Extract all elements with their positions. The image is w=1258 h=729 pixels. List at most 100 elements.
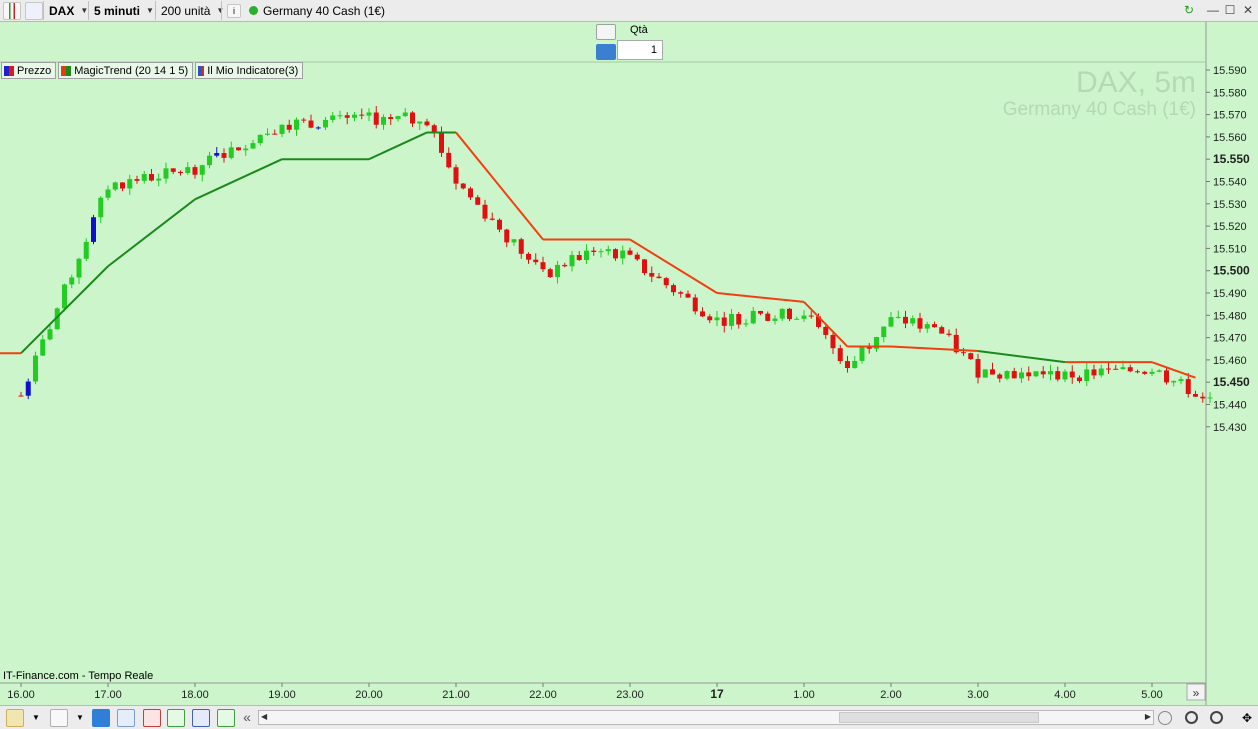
candle-body xyxy=(1171,380,1177,383)
y-tick-label: 15.500 xyxy=(1213,264,1250,278)
candle-body xyxy=(598,251,604,253)
candle-body xyxy=(91,217,96,242)
candle-body xyxy=(787,308,792,319)
scroll-left-icon[interactable]: ◀ xyxy=(261,712,267,721)
candle-body xyxy=(47,329,53,340)
candle-body xyxy=(366,112,372,116)
x-tick-label: 17 xyxy=(710,687,724,701)
x-tick-label: 19.00 xyxy=(268,689,296,701)
legend-label: Il Mio Indicatore(3) xyxy=(207,64,299,77)
x-tick-label: 4.00 xyxy=(1054,689,1075,701)
candle-body xyxy=(489,218,495,220)
refresh-icon[interactable]: ↻ xyxy=(1181,2,1197,18)
candle-body xyxy=(845,361,850,369)
candle-body xyxy=(83,241,89,259)
candle-body xyxy=(656,276,662,279)
magictrend-layer xyxy=(0,131,1196,379)
export-icon[interactable] xyxy=(217,709,235,727)
y-tick-label: 15.540 xyxy=(1213,177,1247,189)
candle-body xyxy=(794,318,800,320)
candle-body xyxy=(402,112,408,117)
x-tick-label: 2.00 xyxy=(880,689,901,701)
keyboard-icon[interactable] xyxy=(596,44,616,60)
candle-body xyxy=(910,318,916,324)
x-tick-label: 1.00 xyxy=(793,689,814,701)
zoom-fit-icon[interactable] xyxy=(1158,711,1172,725)
candle-body xyxy=(700,311,705,317)
comment-icon[interactable] xyxy=(117,709,135,727)
candle-body xyxy=(424,121,430,126)
candle-body xyxy=(388,117,394,120)
rewind-icon[interactable]: « xyxy=(238,709,256,727)
draw-tool-icon[interactable] xyxy=(6,709,24,727)
candle-body xyxy=(837,348,843,362)
maximize-icon[interactable]: ☐ xyxy=(1222,2,1238,18)
crosshair-icon[interactable]: ✥ xyxy=(1238,709,1256,727)
time-scrollbar[interactable]: ◀ ▶ xyxy=(258,710,1154,725)
symbol-dropdown[interactable]: DAX ▼ xyxy=(43,1,92,20)
info-icon: i xyxy=(227,3,241,18)
x-tick-label: 5.00 xyxy=(1141,689,1162,701)
y-tick-label: 15.550 xyxy=(1213,152,1250,166)
candle-body xyxy=(1156,370,1162,372)
zoom-in-icon[interactable] xyxy=(1210,711,1223,724)
candle-body xyxy=(112,182,118,190)
candle-body xyxy=(1164,370,1169,383)
x-tick-label: 17.00 xyxy=(94,689,122,701)
candle-body xyxy=(185,167,191,174)
candle-body xyxy=(1033,371,1039,377)
candle-body xyxy=(707,316,713,321)
legend: Prezzo MagicTrend (20 14 1 5) Il Mio Ind… xyxy=(1,62,304,79)
screen-icon[interactable] xyxy=(192,709,210,727)
y-tick-label: 15.460 xyxy=(1213,355,1247,367)
candle-body xyxy=(40,339,46,356)
candle-body xyxy=(903,316,908,324)
chart-type-button[interactable] xyxy=(3,1,21,20)
candle-body xyxy=(279,124,285,134)
candle-body xyxy=(178,171,183,174)
candle-body xyxy=(1026,372,1032,377)
forward-icon: » xyxy=(1193,686,1200,700)
x-axis: 16.00 17.00 18.00 19.00 20.00 21.00 22.00 23.00… xyxy=(7,683,1206,701)
minimize-icon[interactable]: — xyxy=(1205,2,1221,18)
candle-body xyxy=(736,313,742,325)
qty-label: Qtà xyxy=(630,24,648,36)
timeframe-dropdown[interactable]: 5 minuti ▼ xyxy=(88,1,158,20)
wrench-icon[interactable] xyxy=(596,24,616,40)
candle-body xyxy=(620,250,626,259)
zoom-out-icon[interactable] xyxy=(1185,711,1198,724)
candle-body xyxy=(1084,369,1090,382)
candle-body xyxy=(460,183,466,189)
close-icon[interactable]: ✕ xyxy=(1240,2,1256,18)
share-icon[interactable] xyxy=(92,709,110,727)
legend-item-magictrend[interactable]: MagicTrend (20 14 1 5) xyxy=(58,62,194,79)
candle-body xyxy=(504,229,510,243)
instrument-info[interactable]: i Germany 40 Cash (1€) xyxy=(221,1,389,20)
candle-body xyxy=(453,167,459,184)
chart-area[interactable]: 15.590 15.580 15.570 15.560 15.550 15.540 15.5… xyxy=(0,22,1258,705)
candle-body xyxy=(192,167,198,175)
y-tick-label: 15.510 xyxy=(1213,243,1247,255)
alert-button[interactable] xyxy=(25,1,43,20)
candle-body xyxy=(156,178,162,181)
candle-body xyxy=(272,133,278,135)
candle-body xyxy=(671,285,676,293)
chevron-down-icon[interactable]: ▼ xyxy=(30,709,42,727)
candle-body xyxy=(323,119,328,128)
scroll-thumb[interactable] xyxy=(839,712,1039,723)
y-tick-label: 15.450 xyxy=(1213,375,1250,389)
chevron-down-icon[interactable]: ▼ xyxy=(74,709,86,727)
units-dropdown[interactable]: 200 unità ▼ xyxy=(155,1,228,20)
legend-item-indicatore[interactable]: Il Mio Indicatore(3) xyxy=(195,62,304,79)
legend-item-prezzo[interactable]: Prezzo xyxy=(1,62,57,79)
table-icon[interactable] xyxy=(167,709,185,727)
candle-body xyxy=(555,264,560,278)
timeframe-label: 5 minuti xyxy=(94,3,141,18)
report-icon[interactable] xyxy=(143,709,161,727)
indicator-icon[interactable] xyxy=(50,709,68,727)
candle-body xyxy=(584,250,589,261)
candle-body xyxy=(446,152,452,168)
qty-input[interactable] xyxy=(617,40,663,60)
data-source-label: IT-Finance.com - Tempo Reale xyxy=(3,670,154,682)
scroll-right-icon[interactable]: ▶ xyxy=(1145,712,1151,721)
